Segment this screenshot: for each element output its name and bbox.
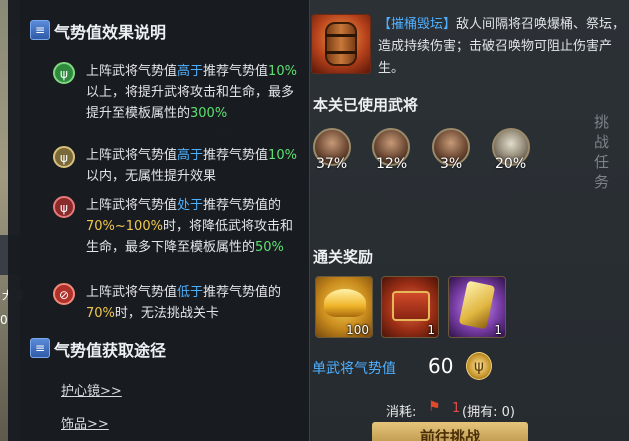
momentum-label: 单武将气势值: [312, 361, 396, 377]
rule-text-segment: 70%~100%: [86, 219, 163, 234]
ban-icon: ⊘: [53, 283, 75, 305]
rule-text-segment: 推荐气势值: [203, 148, 269, 163]
link-accessory[interactable]: 饰品>>: [61, 413, 109, 432]
rule-text-segment: 10%: [268, 148, 297, 163]
hero-pct-1: 37%: [316, 156, 348, 172]
treasure-chest-icon: [392, 291, 430, 321]
rule-text-segment: 时，无法挑战关卡: [114, 306, 219, 321]
reward-scroll[interactable]: 1: [448, 276, 506, 338]
rule-text-segment: 高于: [177, 148, 204, 163]
hero-pct-3: 3%: [440, 156, 463, 172]
rule-3: 上阵武将气势值处于推荐气势值的70%~100%时，将降低武将攻击和生命，最多下降…: [86, 195, 304, 258]
go-challenge-button[interactable]: 前往挑战: [372, 422, 528, 441]
skill-tag: 【摧桶毁坛】: [378, 17, 457, 32]
momentum-tooltip: ≡ 气势值效果说明 ψ 上阵武将气势值高于推荐气势值10%以上，将提升武将攻击和…: [8, 0, 310, 441]
hero-pct-4: 20%: [495, 156, 527, 172]
hero-pct-2: 12%: [376, 156, 408, 172]
rule-text-segment: 推荐气势值的: [203, 198, 282, 213]
side-challenge-hint[interactable]: 挑战任务: [594, 112, 622, 192]
layers-icon: ≡: [30, 338, 50, 358]
gold-trident-icon: ψ: [53, 146, 75, 168]
rule-text-segment: 以内，无属性提升效果: [86, 169, 217, 184]
trident-badge-icon[interactable]: ψ: [466, 352, 492, 380]
scroll-icon: [458, 280, 496, 330]
rule-text-segment: 50%: [255, 240, 284, 255]
reward-gold-ingot[interactable]: 100: [315, 276, 373, 338]
rule-text-segment: 上阵武将气势值: [86, 285, 178, 300]
rule-text-segment: 300%: [190, 106, 228, 121]
rule-text-segment: 10%: [268, 64, 297, 79]
rule-text-segment: 推荐气势值: [203, 64, 269, 79]
rule-text-segment: 处于: [177, 198, 204, 213]
red-trident-icon: ψ: [53, 196, 75, 218]
rule-2: 上阵武将气势值高于推荐气势值10% 以内，无属性提升效果: [86, 145, 304, 187]
rewards-title: 通关奖励: [313, 248, 374, 266]
flag-icon: ⚑: [428, 399, 441, 415]
reward-count: 1: [427, 323, 435, 337]
rule-text-segment: 低于: [177, 285, 204, 300]
reward-count: 1: [494, 323, 502, 337]
cost-owned: (拥有: 0): [462, 405, 515, 420]
rule-text-segment: 上阵武将气势值: [86, 148, 178, 163]
cost-value: 1: [452, 401, 461, 416]
reward-treasure-chest[interactable]: 1: [381, 276, 439, 338]
rule-text-segment: 上阵武将气势值: [86, 64, 178, 79]
rule-1: 上阵武将气势值高于推荐气势值10%以上，将提升武将攻击和生命，最多提升至模板属性…: [86, 61, 304, 124]
link-heart-mirror[interactable]: 护心镜>>: [61, 380, 122, 399]
rule-text-segment: 推荐气势值的: [203, 285, 282, 300]
reward-count: 100: [346, 323, 369, 337]
tooltip-section-sources-title: 气势值获取途径: [54, 341, 167, 360]
map-number: 0: [0, 313, 8, 327]
rule-text-segment: 70%: [86, 306, 115, 321]
rule-text-segment: 上阵武将气势值: [86, 198, 178, 213]
momentum-value: 60: [428, 354, 454, 378]
gold-ingot-icon: [324, 289, 366, 317]
stage-skill-description: 【摧桶毁坛】敌人间隔将召唤爆桶、祭坛，造成持续伤害；击破召唤物可阻止伤害产生。: [378, 14, 629, 80]
green-trident-icon: ψ: [53, 62, 75, 84]
tooltip-section-effects-title: 气势值效果说明: [54, 23, 167, 42]
rule-4: 上阵武将气势值低于推荐气势值的 70%时，无法挑战关卡: [86, 282, 304, 324]
used-heroes-title: 本关已使用武将: [313, 96, 419, 114]
layers-icon: ≡: [30, 20, 50, 40]
barrel-icon: [325, 22, 357, 66]
cost-label: 消耗:: [386, 405, 417, 420]
rule-text-segment: 高于: [177, 64, 204, 79]
